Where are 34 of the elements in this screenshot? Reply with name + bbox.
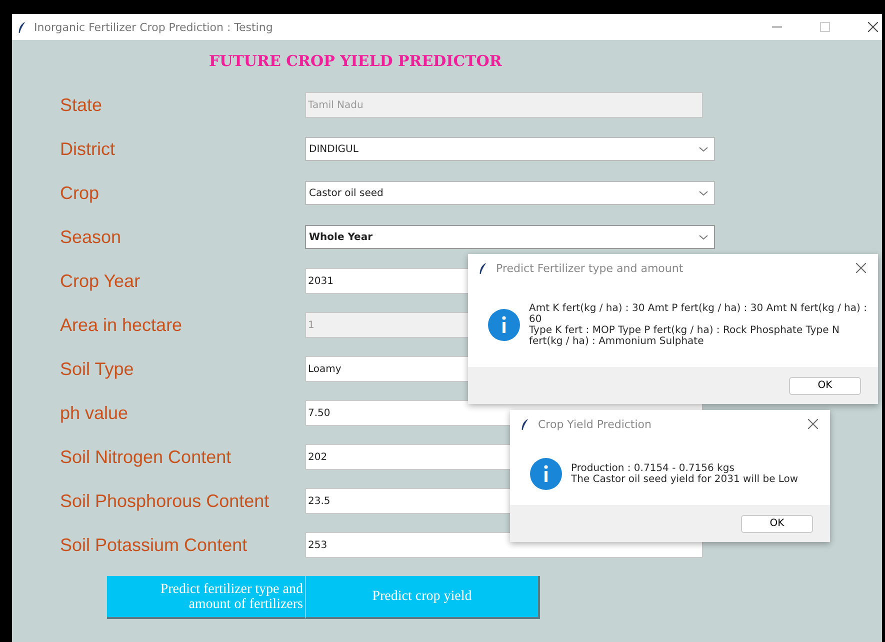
field-label: ph value [60, 402, 130, 424]
chevron-icon [699, 190, 708, 196]
ok-button[interactable]: OK [789, 376, 861, 394]
field-label: Crop Year [60, 270, 142, 292]
chevron-icon [699, 234, 708, 240]
dialog-message: Amt K fert(kg / ha) : 30 Amt P fert(kg / ha) : 30 Amt N fert(kg / ha) : 60 [529, 302, 868, 324]
info-icon [530, 458, 562, 490]
info-icon [488, 308, 520, 340]
close-icon [868, 22, 878, 32]
field-label: Soil Potassium Content [60, 534, 248, 556]
close-icon [856, 263, 866, 273]
field-label: District [60, 138, 116, 160]
field-label: Area in hectare [60, 314, 184, 336]
feather-icon [17, 20, 27, 34]
field-label: Soil Type [60, 358, 135, 380]
dialog-message: Type K fert : MOP Type P fert(kg / ha) : Rock Phosphate Type N fert(kg / ha) : Ammonium Sulphate [529, 324, 840, 346]
dialog-title: Predict Fertilizer type and amount [496, 262, 684, 274]
dropdown[interactable]: DINDIGUL [305, 137, 715, 161]
field-label: Soil Phosphorous Content [60, 490, 270, 512]
ok-button[interactable]: OK [741, 514, 813, 532]
field-label: Soil Nitrogen Content [60, 446, 232, 468]
field-label: State [60, 94, 104, 116]
chevron-icon [699, 146, 708, 152]
field-label: Season [60, 226, 122, 248]
dropdown[interactable]: Castor oil seed [305, 181, 715, 205]
window-title: Inorganic Fertilizer Crop Prediction : Testing [34, 20, 273, 34]
close-icon [808, 419, 818, 429]
app-heading: FUTURE CROP YIELD PREDICTOR [208, 51, 503, 72]
dialog-message: The Castor oil seed yield for 2031 will be Low [571, 474, 798, 484]
dropdown[interactable]: Whole Year [305, 225, 715, 249]
feather-icon [520, 418, 530, 430]
maximize-icon [820, 22, 830, 32]
field-label: Crop [60, 182, 100, 204]
feather-icon [478, 262, 488, 274]
